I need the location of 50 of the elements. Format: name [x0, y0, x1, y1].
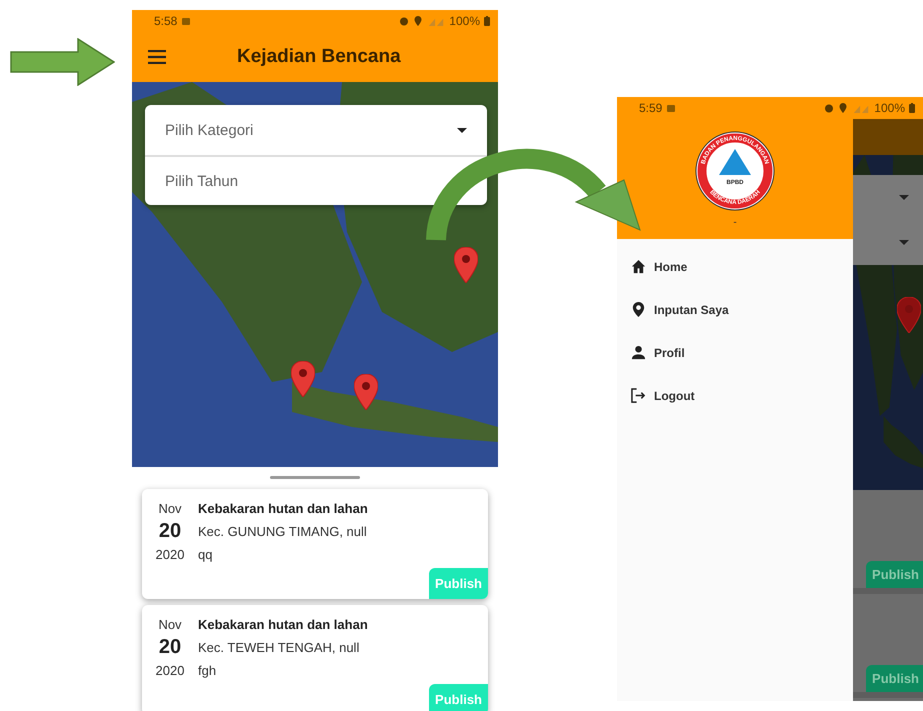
report-location: Kec. TEWEH TENGAH, null	[198, 639, 360, 657]
drawer-menu-item[interactable]: Profil	[617, 331, 853, 374]
home-icon	[631, 259, 646, 274]
report-description: qq	[198, 546, 214, 564]
battery-icon	[484, 16, 490, 26]
drawer-menu-item[interactable]: Logout	[617, 374, 853, 417]
date-month: Nov	[158, 616, 182, 634]
report-location: Kec. GUNUNG TIMANG, null	[198, 523, 368, 541]
menu-icon	[148, 50, 166, 64]
year-field[interactable]: Pilih Tahun	[165, 172, 405, 190]
battery-level: 100%	[449, 14, 480, 28]
drag-handle[interactable]	[270, 476, 360, 479]
category-dropdown[interactable]: Pilih Kategori	[165, 122, 405, 138]
location-pin-icon	[631, 302, 646, 317]
app-title: Kejadian Bencana	[237, 46, 401, 68]
date-year: 2020	[156, 662, 184, 680]
status-time: 5:58	[154, 14, 178, 28]
map-pin-icon[interactable]	[354, 374, 378, 410]
battery-level: 100%	[874, 101, 905, 115]
date-day: 20	[158, 520, 182, 543]
drawer-menu-item[interactable]: Home	[617, 245, 853, 288]
account-name: -	[733, 217, 737, 228]
date-day: 20	[158, 636, 182, 659]
signal-icon	[427, 16, 446, 26]
alarm-icon	[399, 16, 410, 26]
map-pin-icon[interactable]	[454, 247, 478, 283]
date-month: Nov	[158, 500, 182, 518]
notification-icon	[666, 103, 676, 113]
location-icon	[838, 103, 848, 113]
drawer-menu-item[interactable]: Inputan Saya	[617, 288, 853, 331]
location-icon	[413, 16, 424, 26]
report-title: Kebakaran hutan dan lahan	[198, 616, 369, 634]
signal-icon	[852, 104, 870, 112]
map-pin-icon[interactable]	[291, 361, 315, 397]
dropdown-caret-icon	[899, 240, 909, 245]
alarm-icon	[824, 103, 834, 113]
map-pin-icon[interactable]	[897, 297, 921, 333]
logout-icon	[631, 388, 646, 403]
report-card[interactable]: Nov 20 2020 Kebakaran hutan dan lahan Kec. TEWEH TENGAH, null fgh Publish	[142, 605, 488, 711]
report-card[interactable]: Nov 20 2020 Kebakaran hutan dan lahan Kec. GUNUNG TIMANG, null qq Publish	[142, 489, 488, 599]
battery-icon	[909, 103, 915, 113]
status-time: 5:59	[639, 101, 662, 115]
notification-icon	[181, 16, 192, 26]
dimmed-app-bar	[853, 119, 923, 155]
dropdown-caret-icon	[899, 195, 909, 200]
date-year: 2020	[156, 546, 184, 564]
dropdown-caret-icon	[457, 128, 467, 132]
report-title: Kebakaran hutan dan lahan	[198, 500, 369, 518]
report-description: fgh	[198, 662, 218, 680]
person-icon	[631, 345, 646, 360]
